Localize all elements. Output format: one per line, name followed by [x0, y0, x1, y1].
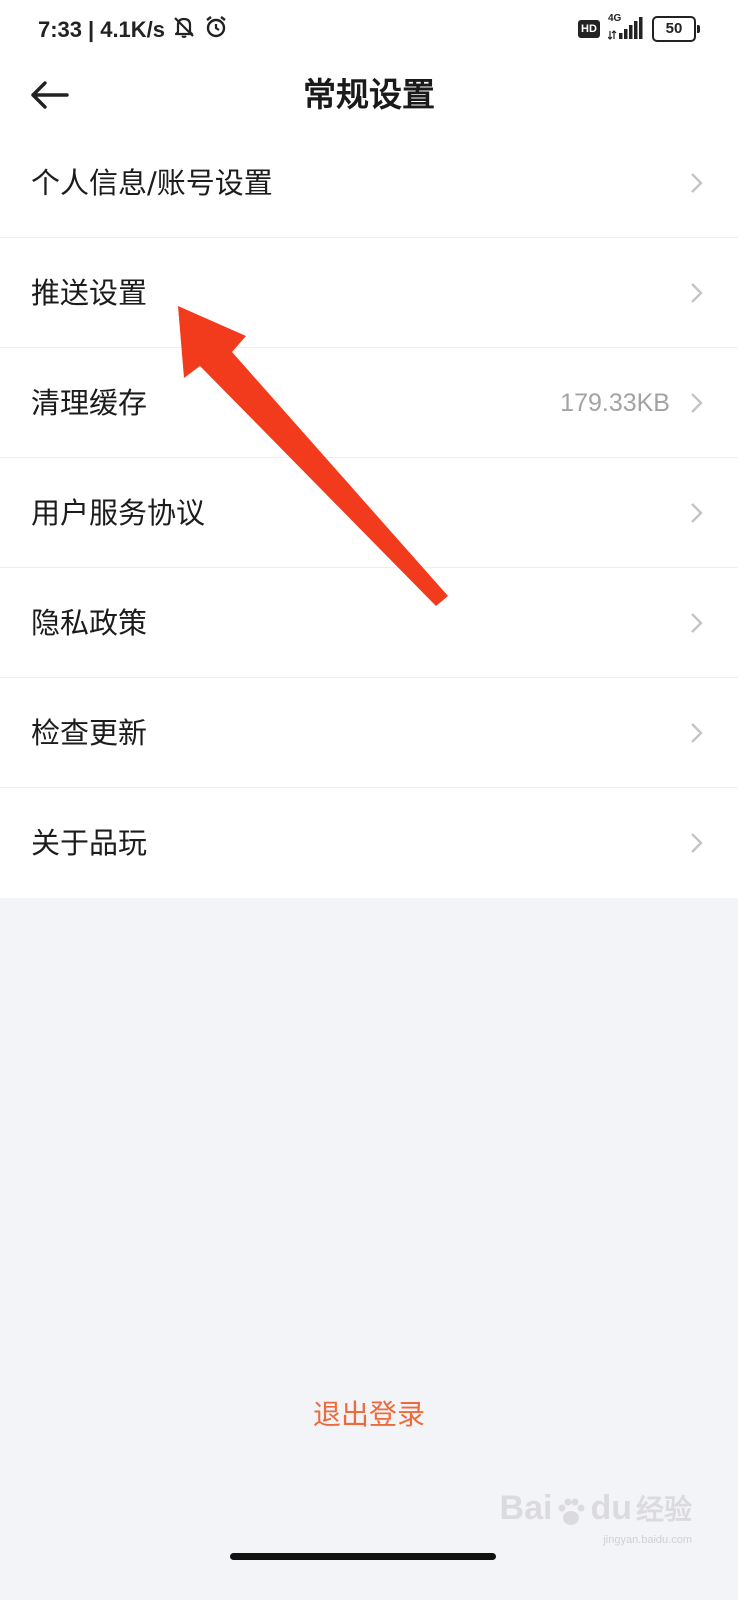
logout-button[interactable]: 退出登录: [0, 1395, 738, 1435]
status-separator: |: [88, 17, 95, 42]
chevron-right-icon: [691, 613, 703, 633]
menu-item-user-agreement[interactable]: 用户服务协议: [0, 458, 738, 568]
chevron-right-icon: [691, 393, 703, 413]
watermark-text-2: du: [590, 1489, 632, 1527]
alarm-icon: [203, 14, 229, 46]
hd-icon: HD: [578, 20, 600, 38]
menu-item-label: 检查更新: [31, 716, 148, 750]
menu-item-clear-cache[interactable]: 清理缓存 179.33KB: [0, 348, 738, 458]
menu-item-label: 个人信息/账号设置: [31, 166, 273, 200]
signal-icon: 4G: [608, 13, 644, 41]
paw-icon: [558, 1498, 585, 1525]
menu-item-label: 用户服务协议: [31, 496, 206, 530]
menu-item-label: 隐私政策: [31, 606, 148, 640]
menu-item-label: 关于品玩: [31, 826, 148, 860]
status-net-speed: 4.1K/s: [100, 17, 166, 42]
chevron-right-icon: [691, 833, 703, 853]
battery-icon: 50: [652, 16, 700, 42]
menu-item-privacy-policy[interactable]: 隐私政策: [0, 568, 738, 678]
settings-menu-list: 个人信息/账号设置 推送设置 清理缓存 179.33KB 用户服务协议 隐私政策…: [0, 128, 738, 898]
baidu-watermark: Bai du 经验: [500, 1488, 692, 1528]
menu-item-check-update[interactable]: 检查更新: [0, 678, 738, 788]
chevron-right-icon: [691, 723, 703, 743]
status-bar: 7:33 | 4.1K/s HD 4G 50: [0, 0, 738, 62]
status-right: HD 4G 50: [578, 13, 700, 42]
mute-icon: [171, 14, 197, 46]
cache-size-value: 179.33KB: [560, 389, 670, 417]
watermark-url: jingyan.baidu.com: [603, 1534, 692, 1546]
status-left: 7:33 | 4.1K/s: [38, 14, 229, 46]
watermark-cn: 经验: [635, 1494, 692, 1525]
chevron-right-icon: [691, 283, 703, 303]
menu-item-label: 推送设置: [31, 276, 148, 310]
home-indicator[interactable]: [230, 1553, 496, 1560]
chevron-right-icon: [691, 503, 703, 523]
menu-item-about[interactable]: 关于品玩: [0, 788, 738, 898]
nav-bar: 常规设置: [0, 62, 738, 128]
menu-item-push-settings[interactable]: 推送设置: [0, 238, 738, 348]
page-title: 常规设置: [303, 75, 435, 114]
status-time: 7:33: [38, 17, 83, 42]
menu-item-account-settings[interactable]: 个人信息/账号设置: [0, 128, 738, 238]
watermark-text: Bai: [499, 1489, 553, 1527]
menu-item-label: 清理缓存: [31, 386, 148, 420]
chevron-right-icon: [691, 173, 703, 193]
